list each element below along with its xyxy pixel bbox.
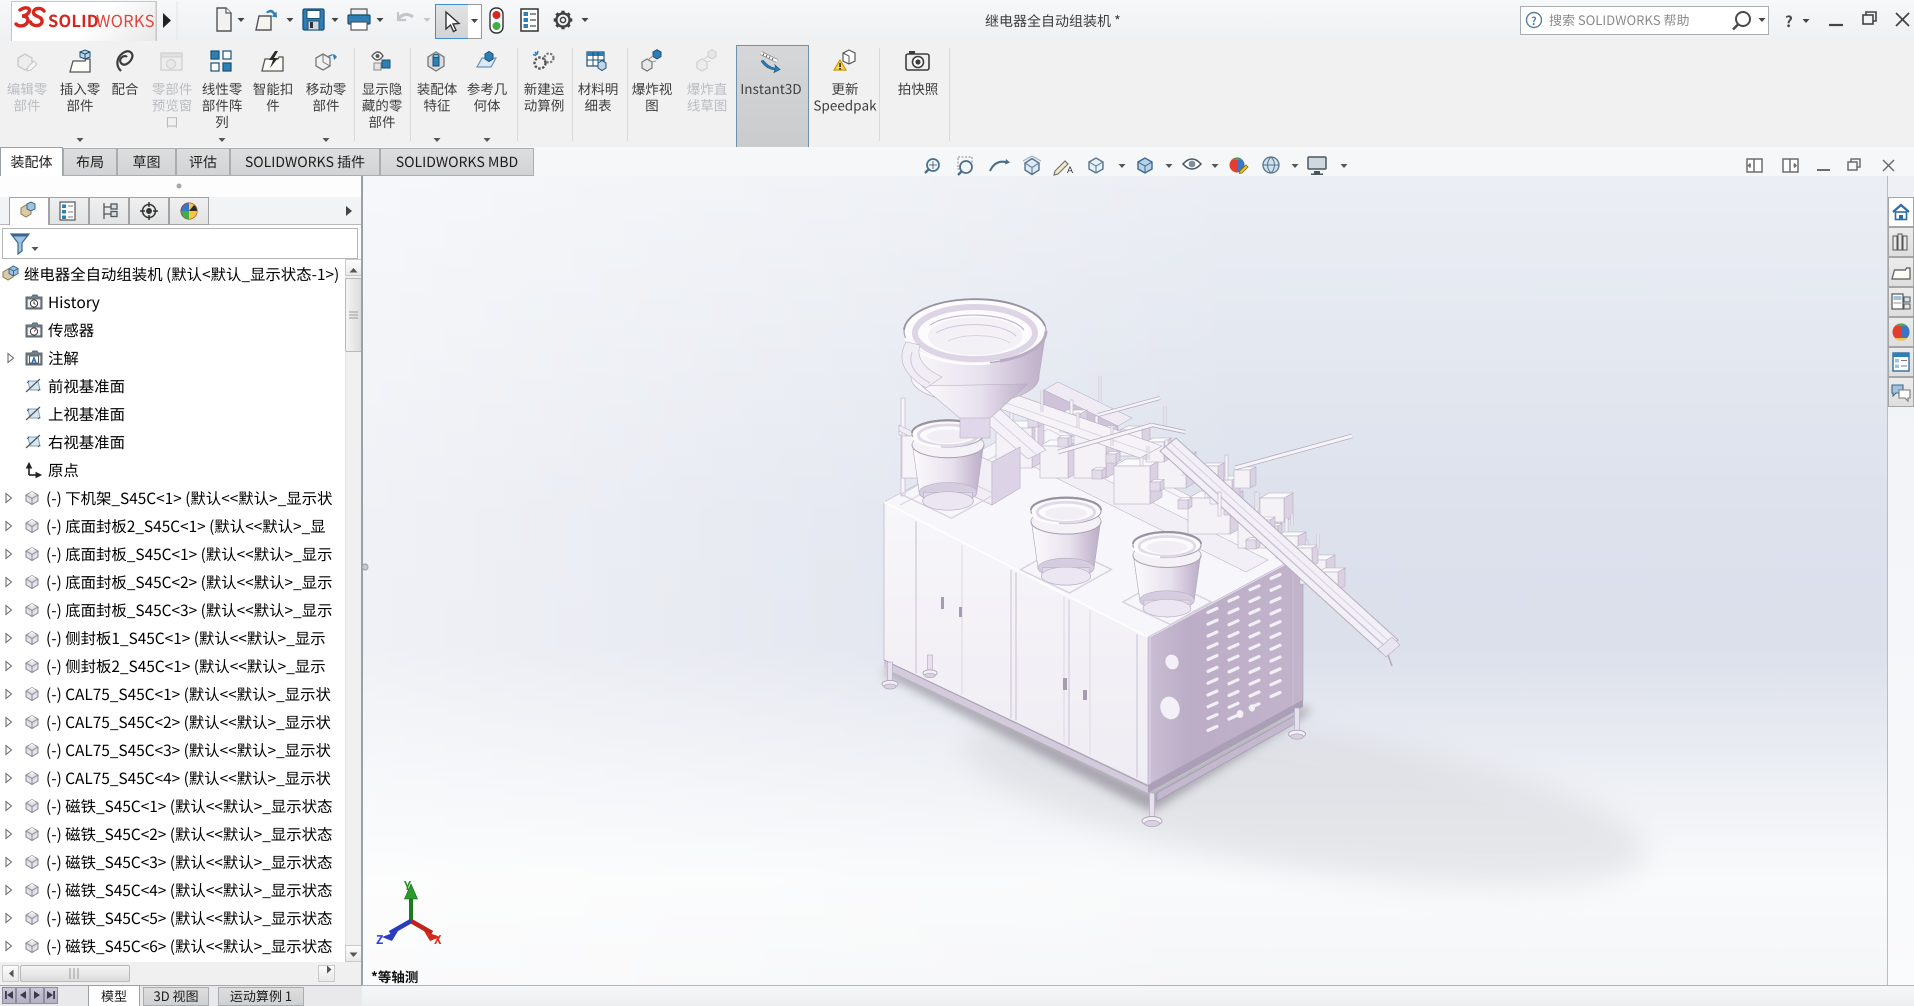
- svg-text:A: A: [1067, 165, 1073, 175]
